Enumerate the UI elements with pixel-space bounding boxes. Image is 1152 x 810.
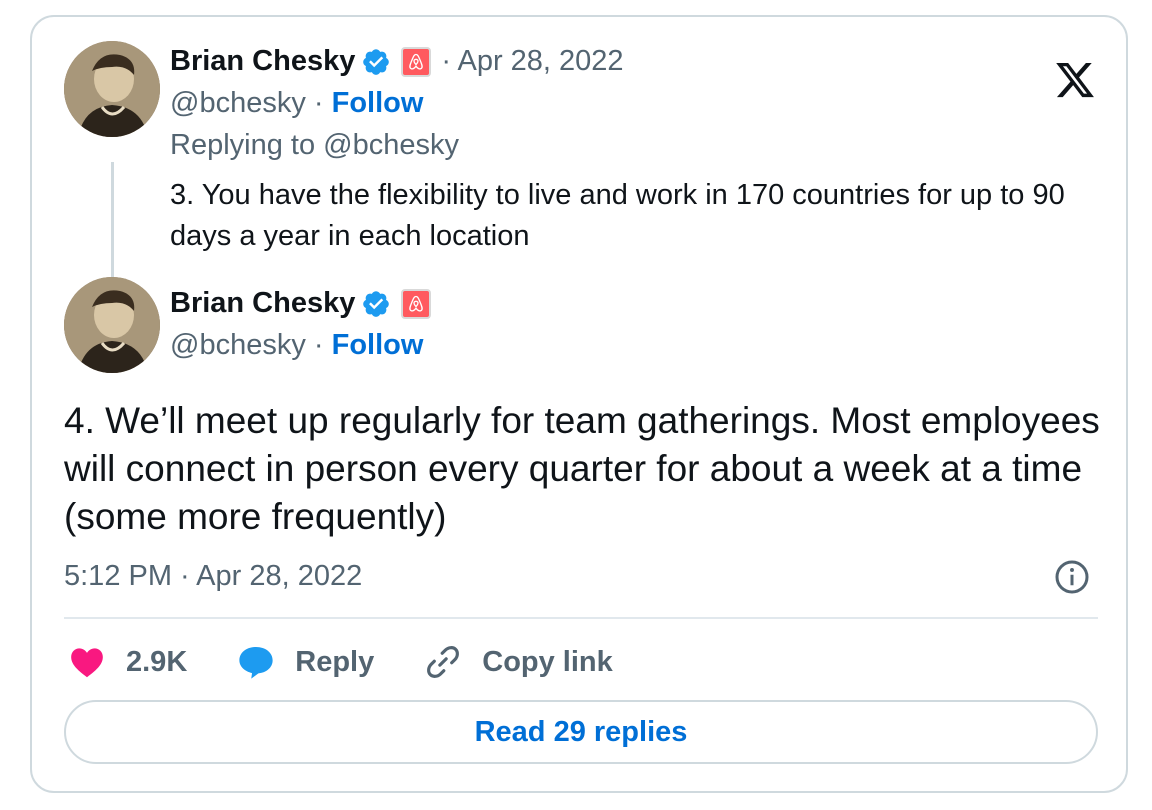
reply-author-row: Brian Chesky · Apr 28, 2022: [170, 45, 624, 78]
like-count: 2.9K: [126, 645, 188, 678]
replying-to: Replying to @bchesky: [170, 129, 459, 161]
read-replies-button[interactable]: Read 29 replies: [64, 700, 1098, 764]
avatar[interactable]: [64, 41, 160, 137]
reply-handle-row: @bchesky · Follow: [170, 87, 423, 120]
verified-badge-icon: [363, 290, 390, 317]
reply-tweet-text: 3. You have the flexibility to live and …: [170, 179, 1065, 252]
x-logo-icon[interactable]: [1052, 59, 1098, 101]
author-name[interactable]: Brian Chesky: [170, 287, 355, 320]
copy-link-label: Copy link: [482, 645, 613, 678]
handle-separator: ·: [305, 329, 332, 361]
main-handle-row: @bchesky · Follow: [170, 329, 423, 362]
handle-separator: ·: [305, 87, 332, 119]
airbnb-logo-icon[interactable]: [401, 288, 432, 319]
reply-button[interactable]: Reply: [237, 643, 374, 681]
reply-label: Reply: [295, 645, 375, 678]
speech-bubble-icon: [239, 646, 273, 679]
author-name[interactable]: Brian Chesky: [170, 45, 355, 78]
follow-button[interactable]: Follow: [332, 329, 424, 361]
avatar-photo: [64, 277, 160, 373]
heart-icon: [71, 648, 103, 678]
main-author-row: Brian Chesky: [170, 287, 432, 320]
info-icon[interactable]: [1054, 559, 1090, 595]
thread-line: [111, 162, 114, 284]
link-icon: [427, 646, 460, 678]
avatar[interactable]: [64, 277, 160, 373]
avatar-photo: [64, 41, 160, 137]
verified-badge-icon: [363, 48, 390, 75]
main-tweet-text: 4. We’ll meet up regularly for team gath…: [64, 400, 1100, 537]
follow-button[interactable]: Follow: [332, 87, 424, 119]
copy-link-button[interactable]: Copy link: [424, 643, 613, 681]
like-button[interactable]: 2.9K: [68, 643, 187, 681]
tweet-date[interactable]: · Apr 28, 2022: [441, 45, 623, 78]
tweet-embed-card: Brian Chesky · Apr 28, 2022 @bchesky · F…: [30, 15, 1128, 793]
tweet-actions: 2.9K Reply Copy link: [68, 637, 663, 687]
tweet-timestamp[interactable]: 5:12 PM · Apr 28, 2022: [64, 560, 362, 593]
airbnb-logo-icon[interactable]: [401, 46, 432, 77]
author-handle[interactable]: @bchesky: [170, 87, 306, 119]
divider: [64, 617, 1098, 619]
author-handle[interactable]: @bchesky: [170, 329, 306, 361]
